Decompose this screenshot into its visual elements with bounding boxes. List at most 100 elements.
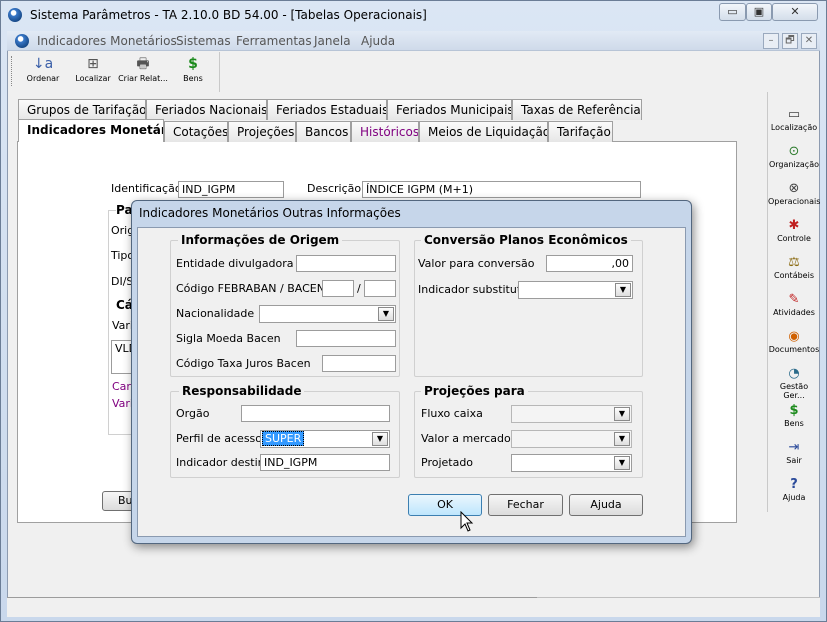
- mdi-app-icon[interactable]: [15, 34, 29, 48]
- nav-localizacao[interactable]: ▭ Localização: [768, 107, 820, 132]
- toolbar-grip[interactable]: [11, 56, 13, 86]
- status-bar: [7, 597, 820, 617]
- projetado-label: Projetado: [421, 456, 474, 469]
- mdi-minimize-button[interactable]: –: [763, 33, 779, 49]
- nav-contabeis-label: Contábeis: [774, 271, 814, 280]
- menu-sistemas[interactable]: Sistemas: [176, 34, 231, 48]
- nav-bens[interactable]: $ Bens: [768, 403, 820, 428]
- orgao-label: Orgão: [176, 407, 210, 420]
- management-icon: ◔: [788, 366, 800, 381]
- nav-gestao[interactable]: ◔ Gestão Ger...: [768, 366, 820, 400]
- nav-bens-label: Bens: [784, 419, 804, 428]
- chevron-down-icon[interactable]: ▼: [614, 456, 630, 470]
- indicador-destino-label: Indicador destino: [176, 456, 272, 469]
- toolbar-criar-relat-label: Criar Relat...: [118, 74, 168, 83]
- dialog-title: Indicadores Monetários Outras Informaçõe…: [139, 206, 401, 220]
- codigo-febraban-label: Código FEBRABAN / BACEN: [176, 282, 325, 295]
- nav-controle-label: Controle: [777, 234, 811, 243]
- nav-operacionais-label: Operacionais: [768, 197, 821, 206]
- toolbar-localizar-button[interactable]: ⊞ Localizar: [68, 54, 118, 90]
- orgao-field[interactable]: [241, 405, 390, 422]
- tab-historicos[interactable]: Históricos: [351, 121, 419, 142]
- background-vari-link[interactable]: Vari: [112, 397, 133, 410]
- nav-ajuda[interactable]: ? Ajuda: [768, 477, 820, 502]
- entidade-label: Entidade divulgadora: [176, 257, 294, 270]
- nav-organizacao-label: Organização: [768, 160, 819, 169]
- tab-grupos-tarifacao[interactable]: Grupos de Tarifação: [18, 99, 146, 120]
- chevron-down-icon[interactable]: ▼: [614, 407, 630, 421]
- mdi-close-button[interactable]: ✕: [801, 33, 817, 49]
- tab-tarifacao[interactable]: Tarifação: [548, 121, 613, 142]
- minimize-button[interactable]: ▭: [719, 3, 746, 21]
- menu-ferramentas[interactable]: Ferramentas: [236, 34, 312, 48]
- help-icon: ?: [790, 477, 798, 492]
- nav-operacionais[interactable]: ⊗ Operacionais: [768, 181, 820, 206]
- toolbar-ordenar-button[interactable]: ↓a Ordenar: [18, 54, 68, 90]
- nav-documentos[interactable]: ◉ Documentos: [768, 329, 820, 354]
- chevron-down-icon[interactable]: ▼: [614, 432, 630, 446]
- group-conversao-title: Conversão Planos Econômicos: [421, 233, 631, 247]
- status-divider: [7, 597, 537, 598]
- fechar-button[interactable]: Fechar: [488, 494, 563, 516]
- control-icon: ✱: [788, 218, 800, 233]
- identificacao-field[interactable]: IND_IGPM: [178, 181, 284, 198]
- tab-meios-liquidacao[interactable]: Meios de Liquidação: [419, 121, 548, 142]
- report-icon: 🖶: [136, 56, 150, 72]
- group-origem-title: Informações de Origem: [178, 233, 343, 247]
- background-variacao-label: Vari: [112, 319, 133, 332]
- toolbar-criar-relat-button[interactable]: 🖶 Criar Relat...: [118, 54, 168, 90]
- activities-icon: ✎: [788, 292, 800, 307]
- toolbar-bens-button[interactable]: $ Bens: [168, 54, 218, 90]
- chevron-down-icon[interactable]: ▼: [615, 283, 631, 297]
- chevron-down-icon[interactable]: ▼: [372, 432, 388, 446]
- descricao-field[interactable]: ÍNDICE IGPM (M+1): [362, 181, 641, 198]
- chevron-down-icon[interactable]: ▼: [378, 307, 394, 321]
- nav-sair[interactable]: ⇥ Sair: [768, 440, 820, 465]
- tab-feriados-estaduais[interactable]: Feriados Estaduais: [267, 99, 387, 120]
- sigla-moeda-field[interactable]: [296, 330, 396, 347]
- nav-gestao-label: Gestão Ger...: [779, 382, 809, 400]
- valor-conversao-label: Valor para conversão: [418, 257, 535, 270]
- restore-button[interactable]: ▣: [746, 3, 772, 21]
- tab-feriados-nacionais[interactable]: Feriados Nacionais: [146, 99, 267, 120]
- indicador-destino-field[interactable]: IND_IGPM: [260, 454, 390, 471]
- tab-taxas-referencia[interactable]: Taxas de Referência: [512, 99, 642, 120]
- perfil-acesso-select[interactable]: SUPER: [260, 430, 390, 448]
- toolbar-bens-label: Bens: [183, 74, 203, 83]
- toolbar-ordenar-label: Ordenar: [26, 74, 60, 83]
- entidade-field[interactable]: [296, 255, 396, 272]
- nacionalidade-select[interactable]: [259, 305, 396, 323]
- nav-atividades[interactable]: ✎ Atividades: [768, 292, 820, 317]
- tab-indicadores-monetarios[interactable]: Indicadores Monetários: [18, 119, 164, 142]
- money-bag-icon: $: [789, 403, 799, 418]
- tab-projecoes[interactable]: Projeções: [228, 121, 296, 142]
- nav-controle[interactable]: ✱ Controle: [768, 218, 820, 243]
- menu-janela[interactable]: Janela: [314, 34, 351, 48]
- location-icon: ▭: [787, 107, 801, 122]
- tab-cotacoes[interactable]: Cotações: [164, 121, 228, 142]
- ajuda-button[interactable]: Ajuda: [569, 494, 643, 516]
- money-bag-icon: $: [188, 56, 198, 72]
- menu-indicadores[interactable]: Indicadores Monetários: [37, 34, 177, 48]
- nav-atividades-label: Atividades: [773, 308, 815, 317]
- menu-ajuda[interactable]: Ajuda: [361, 34, 395, 48]
- tab-bancos[interactable]: Bancos: [296, 121, 351, 142]
- perfil-acesso-label: Perfil de acesso: [176, 432, 263, 445]
- mdi-restore-button[interactable]: 🗗: [782, 33, 798, 49]
- nav-sair-label: Sair: [786, 456, 802, 465]
- valor-mercado-label: Valor a mercado: [421, 432, 511, 445]
- nav-contabeis[interactable]: ⚖ Contábeis: [768, 255, 820, 280]
- close-button[interactable]: ✕: [772, 3, 818, 21]
- app-icon: [8, 8, 22, 22]
- valor-conversao-field[interactable]: ,00: [546, 255, 633, 272]
- tab-feriados-municipais[interactable]: Feriados Municipais: [387, 99, 512, 120]
- sort-az-icon: ↓a: [32, 56, 54, 72]
- fluxo-caixa-label: Fluxo caixa: [421, 407, 483, 420]
- codigo-febraban-field[interactable]: [322, 280, 354, 297]
- codigo-taxa-field[interactable]: [322, 355, 396, 372]
- background-car-link[interactable]: Car: [112, 380, 131, 393]
- nav-organizacao[interactable]: ⊙ Organização: [768, 144, 820, 169]
- codigo-bacen-field[interactable]: [364, 280, 396, 297]
- window-title: Sistema Parâmetros - TA 2.10.0 BD 54.00 …: [30, 8, 427, 22]
- nav-documentos-label: Documentos: [768, 345, 820, 354]
